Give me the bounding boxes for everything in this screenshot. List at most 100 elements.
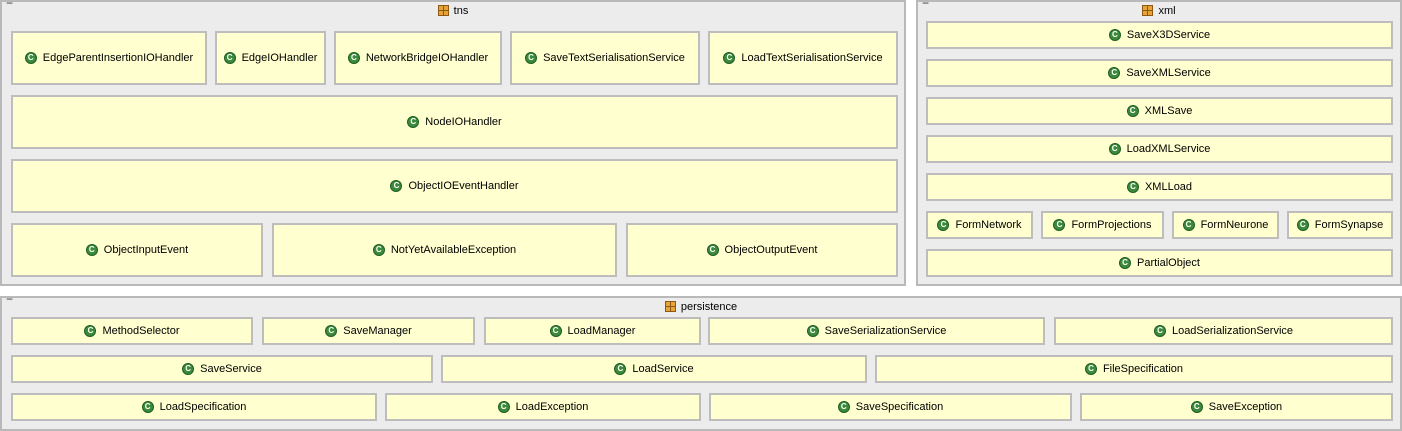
class-name: ObjectIOEventHandler bbox=[408, 180, 519, 192]
package-icon bbox=[664, 301, 676, 312]
class-name: PartialObject bbox=[1137, 257, 1200, 269]
class-node-io-handler[interactable]: C NodeIOHandler bbox=[11, 95, 898, 149]
class-icon: C bbox=[1084, 363, 1097, 375]
class-name: FormNetwork bbox=[955, 219, 1022, 231]
class-icon: C bbox=[1296, 219, 1309, 231]
class-name: FormProjections bbox=[1071, 219, 1152, 231]
class-name: MethodSelector bbox=[102, 325, 180, 337]
class-name: NetworkBridgeIOHandler bbox=[365, 52, 489, 64]
class-name: LoadManager bbox=[567, 325, 636, 337]
package-name: xml bbox=[1158, 5, 1176, 17]
class-name: SaveService bbox=[200, 363, 262, 375]
class-icon: C bbox=[1108, 67, 1121, 79]
package-icon bbox=[437, 5, 449, 16]
class-icon: C bbox=[347, 52, 360, 64]
package-name: tns bbox=[453, 5, 469, 17]
class-save-exception[interactable]: C SaveException bbox=[1080, 393, 1393, 421]
class-name: LoadSerializationService bbox=[1171, 325, 1294, 337]
class-save-x3d-service[interactable]: C SaveX3DService bbox=[926, 21, 1393, 49]
package-persistence[interactable]: − persistence C MethodSelector C SaveManag… bbox=[0, 293, 1402, 431]
class-form-synapse[interactable]: C FormSynapse bbox=[1287, 211, 1393, 239]
class-icon: C bbox=[182, 363, 195, 375]
class-network-bridge-io-handler[interactable]: C NetworkBridgeIOHandler bbox=[334, 31, 502, 85]
class-icon: C bbox=[549, 325, 562, 337]
class-name: FormSynapse bbox=[1314, 219, 1384, 231]
class-load-text-serialisation-service[interactable]: C LoadTextSerialisationService bbox=[708, 31, 898, 85]
class-form-neurone[interactable]: C FormNeurone bbox=[1172, 211, 1279, 239]
class-name: SaveX3DService bbox=[1126, 29, 1211, 41]
package-tns[interactable]: − tns C EdgeParentInsertionIOHandler C Edg… bbox=[0, 0, 906, 286]
class-name: LoadSpecification bbox=[159, 401, 247, 413]
class-icon: C bbox=[85, 244, 98, 256]
class-icon: C bbox=[497, 401, 510, 413]
class-object-input-event[interactable]: C ObjectInputEvent bbox=[11, 223, 263, 277]
class-edge-io-handler[interactable]: C EdgeIOHandler bbox=[215, 31, 326, 85]
class-form-projections[interactable]: C FormProjections bbox=[1041, 211, 1164, 239]
class-icon: C bbox=[24, 52, 37, 64]
class-icon: C bbox=[141, 401, 154, 413]
class-save-manager[interactable]: C SaveManager bbox=[262, 317, 475, 345]
class-name: XMLSave bbox=[1144, 105, 1193, 117]
class-edge-parent-insertion-io-handler[interactable]: C EdgeParentInsertionIOHandler bbox=[11, 31, 207, 85]
class-name: SaveXMLService bbox=[1126, 67, 1211, 79]
class-name: SaveTextSerialisationService bbox=[543, 52, 685, 64]
class-icon: C bbox=[837, 401, 850, 413]
class-not-yet-available-exception[interactable]: C NotYetAvailableException bbox=[272, 223, 617, 277]
class-object-output-event[interactable]: C ObjectOutputEvent bbox=[626, 223, 898, 277]
package-icon bbox=[1142, 5, 1154, 16]
class-name: ObjectInputEvent bbox=[103, 244, 189, 256]
class-save-serialization-service[interactable]: C SaveSerializationService bbox=[708, 317, 1045, 345]
class-name: FormNeurone bbox=[1200, 219, 1269, 231]
class-load-service[interactable]: C LoadService bbox=[441, 355, 867, 383]
class-load-manager[interactable]: C LoadManager bbox=[484, 317, 701, 345]
class-save-service[interactable]: C SaveService bbox=[11, 355, 433, 383]
class-load-serialization-service[interactable]: C LoadSerializationService bbox=[1054, 317, 1393, 345]
class-name: SaveManager bbox=[343, 325, 412, 337]
class-load-exception[interactable]: C LoadException bbox=[385, 393, 701, 421]
class-name: LoadException bbox=[515, 401, 589, 413]
class-load-specification[interactable]: C LoadSpecification bbox=[11, 393, 377, 421]
class-name: EdgeParentInsertionIOHandler bbox=[42, 52, 194, 64]
class-icon: C bbox=[390, 180, 403, 192]
package-title: xml bbox=[918, 5, 1400, 18]
class-partial-object[interactable]: C PartialObject bbox=[926, 249, 1393, 277]
class-icon: C bbox=[1126, 105, 1139, 117]
class-save-xml-service[interactable]: C SaveXMLService bbox=[926, 59, 1393, 87]
class-save-text-serialisation-service[interactable]: C SaveTextSerialisationService bbox=[510, 31, 700, 85]
class-name: LoadService bbox=[632, 363, 694, 375]
class-icon: C bbox=[1053, 219, 1066, 231]
class-save-specification[interactable]: C SaveSpecification bbox=[709, 393, 1072, 421]
class-icon: C bbox=[1182, 219, 1195, 231]
class-icon: C bbox=[525, 52, 538, 64]
class-icon: C bbox=[806, 325, 819, 337]
class-name: SaveSerializationService bbox=[824, 325, 947, 337]
class-name: LoadTextSerialisationService bbox=[741, 52, 883, 64]
class-icon: C bbox=[223, 52, 236, 64]
class-xml-load[interactable]: C XMLLoad bbox=[926, 173, 1393, 201]
class-icon: C bbox=[1119, 257, 1131, 269]
class-icon: C bbox=[325, 325, 338, 337]
class-name: EdgeIOHandler bbox=[241, 52, 318, 64]
class-name: ObjectOutputEvent bbox=[724, 244, 818, 256]
package-title: persistence bbox=[2, 301, 1400, 314]
class-icon: C bbox=[1153, 325, 1166, 337]
class-name: SaveException bbox=[1208, 401, 1283, 413]
class-method-selector[interactable]: C MethodSelector bbox=[11, 317, 253, 345]
class-name: NodeIOHandler bbox=[425, 116, 502, 128]
class-icon: C bbox=[1108, 143, 1121, 155]
class-form-network[interactable]: C FormNetwork bbox=[926, 211, 1033, 239]
class-load-xml-service[interactable]: C LoadXMLService bbox=[926, 135, 1393, 163]
package-xml[interactable]: − xml C SaveX3DService C SaveXMLService CX… bbox=[916, 0, 1402, 286]
class-icon: C bbox=[614, 363, 627, 375]
class-name: NotYetAvailableException bbox=[390, 244, 517, 256]
class-icon: C bbox=[1108, 29, 1121, 41]
class-xml-save[interactable]: C XMLSave bbox=[926, 97, 1393, 125]
class-name: SaveSpecification bbox=[855, 401, 944, 413]
class-icon: C bbox=[407, 116, 420, 128]
class-icon: C bbox=[937, 219, 950, 231]
class-object-io-event-handler[interactable]: C ObjectIOEventHandler bbox=[11, 159, 898, 213]
class-icon: C bbox=[723, 52, 736, 64]
class-file-specification[interactable]: C FileSpecification bbox=[875, 355, 1393, 383]
class-name: FileSpecification bbox=[1102, 363, 1184, 375]
class-icon: C bbox=[84, 325, 97, 337]
